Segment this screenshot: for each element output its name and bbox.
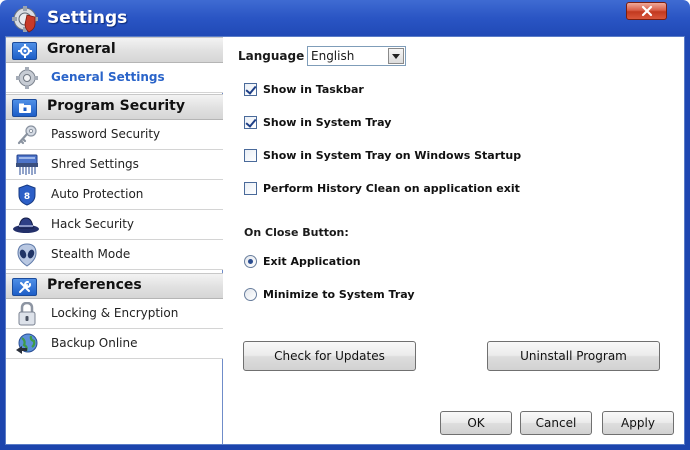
radio-label: Exit Application xyxy=(263,254,361,268)
sidebar-item-general-settings[interactable]: General Settings xyxy=(6,63,223,93)
settings-window: Settings Groneral General Settings Progr… xyxy=(0,0,690,450)
checkbox-box[interactable] xyxy=(244,181,257,195)
padlock-icon xyxy=(18,302,36,326)
language-label: Language xyxy=(238,49,305,63)
tools-icon xyxy=(12,278,37,296)
settings-sidebar: Groneral General Settings Program Securi… xyxy=(6,37,223,444)
sidebar-section-preferences[interactable]: Preferences xyxy=(6,273,223,299)
show-in-taskbar-checkbox[interactable]: Show in Taskbar xyxy=(244,81,364,97)
sidebar-section-label: Preferences xyxy=(47,277,142,293)
check-for-updates-button[interactable]: Check for Updates xyxy=(243,341,416,371)
sidebar-section-label: Program Security xyxy=(47,98,185,114)
folder-lock-icon xyxy=(12,99,37,117)
sidebar-item-backup-online[interactable]: Backup Online xyxy=(6,329,223,359)
svg-text:8: 8 xyxy=(24,192,30,202)
app-gear-shield-icon xyxy=(12,6,38,33)
show-tray-on-startup-checkbox[interactable]: Show in System Tray on Windows Startup xyxy=(244,147,521,163)
sidebar-item-label: Backup Online xyxy=(51,336,138,350)
sidebar-item-auto-protection[interactable]: 8 Auto Protection xyxy=(6,180,223,210)
title-bar[interactable]: Settings xyxy=(0,0,690,36)
client-area: Groneral General Settings Program Securi… xyxy=(5,36,685,445)
sidebar-section-label: Groneral xyxy=(47,41,116,57)
minimize-to-tray-radio[interactable]: Minimize to System Tray xyxy=(244,286,415,302)
sidebar-item-locking-encryption[interactable]: Locking & Encryption xyxy=(6,299,223,329)
sidebar-item-label: Auto Protection xyxy=(51,187,144,201)
chevron-down-icon xyxy=(392,53,400,59)
sidebar-item-hack-security[interactable]: Hack Security xyxy=(6,210,223,240)
window-title: Settings xyxy=(47,8,128,28)
checkbox-label: Perform History Clean on application exi… xyxy=(263,181,520,195)
shield-icon: 8 xyxy=(18,184,36,206)
sidebar-item-password-security[interactable]: Password Security xyxy=(6,120,223,150)
sidebar-item-stealth-mode[interactable]: Stealth Mode xyxy=(6,240,223,270)
sidebar-item-label: Stealth Mode xyxy=(51,247,131,261)
on-close-heading: On Close Button: xyxy=(244,226,349,239)
sidebar-section-program-security[interactable]: Program Security xyxy=(6,94,223,120)
checkbox-label: Show in Taskbar xyxy=(263,82,364,96)
history-clean-on-exit-checkbox[interactable]: Perform History Clean on application exi… xyxy=(244,180,520,196)
checkbox-label: Show in System Tray on Windows Startup xyxy=(263,148,522,162)
close-icon xyxy=(641,5,652,17)
uninstall-program-button[interactable]: Uninstall Program xyxy=(487,341,660,371)
globe-backup-icon xyxy=(16,333,38,354)
alien-icon xyxy=(17,243,37,267)
radio-label: Minimize to System Tray xyxy=(263,287,415,301)
radio-dot[interactable] xyxy=(244,254,257,268)
hacker-hat-icon xyxy=(13,217,39,233)
checkbox-box[interactable] xyxy=(244,82,257,96)
shredder-icon xyxy=(16,154,38,175)
sidebar-item-label: Password Security xyxy=(51,127,161,141)
radio-dot[interactable] xyxy=(244,287,257,301)
gear-icon xyxy=(12,42,37,60)
key-icon xyxy=(17,125,37,145)
sidebar-item-label: Hack Security xyxy=(51,217,135,231)
gear-icon xyxy=(16,67,38,89)
dropdown-arrow[interactable] xyxy=(388,48,404,64)
checkbox-box[interactable] xyxy=(244,115,257,129)
sidebar-item-shred-settings[interactable]: Shred Settings xyxy=(6,150,223,180)
language-selected-value: English xyxy=(311,49,355,63)
checkbox-label: Show in System Tray xyxy=(263,115,392,129)
general-settings-panel: Language English Show in Taskbar Show in… xyxy=(224,37,684,444)
language-dropdown[interactable]: English xyxy=(307,46,406,66)
checkbox-box[interactable] xyxy=(244,148,257,162)
sidebar-item-label: Locking & Encryption xyxy=(51,306,179,320)
show-in-system-tray-checkbox[interactable]: Show in System Tray xyxy=(244,114,391,130)
ok-button[interactable]: OK xyxy=(440,411,512,435)
exit-application-radio[interactable]: Exit Application xyxy=(244,253,361,269)
apply-button[interactable]: Apply xyxy=(602,411,674,435)
cancel-button[interactable]: Cancel xyxy=(520,411,592,435)
sidebar-item-label: General Settings xyxy=(51,70,165,84)
sidebar-section-general[interactable]: Groneral xyxy=(6,37,223,63)
window-close-button[interactable] xyxy=(626,2,667,20)
sidebar-item-label: Shred Settings xyxy=(51,157,139,171)
